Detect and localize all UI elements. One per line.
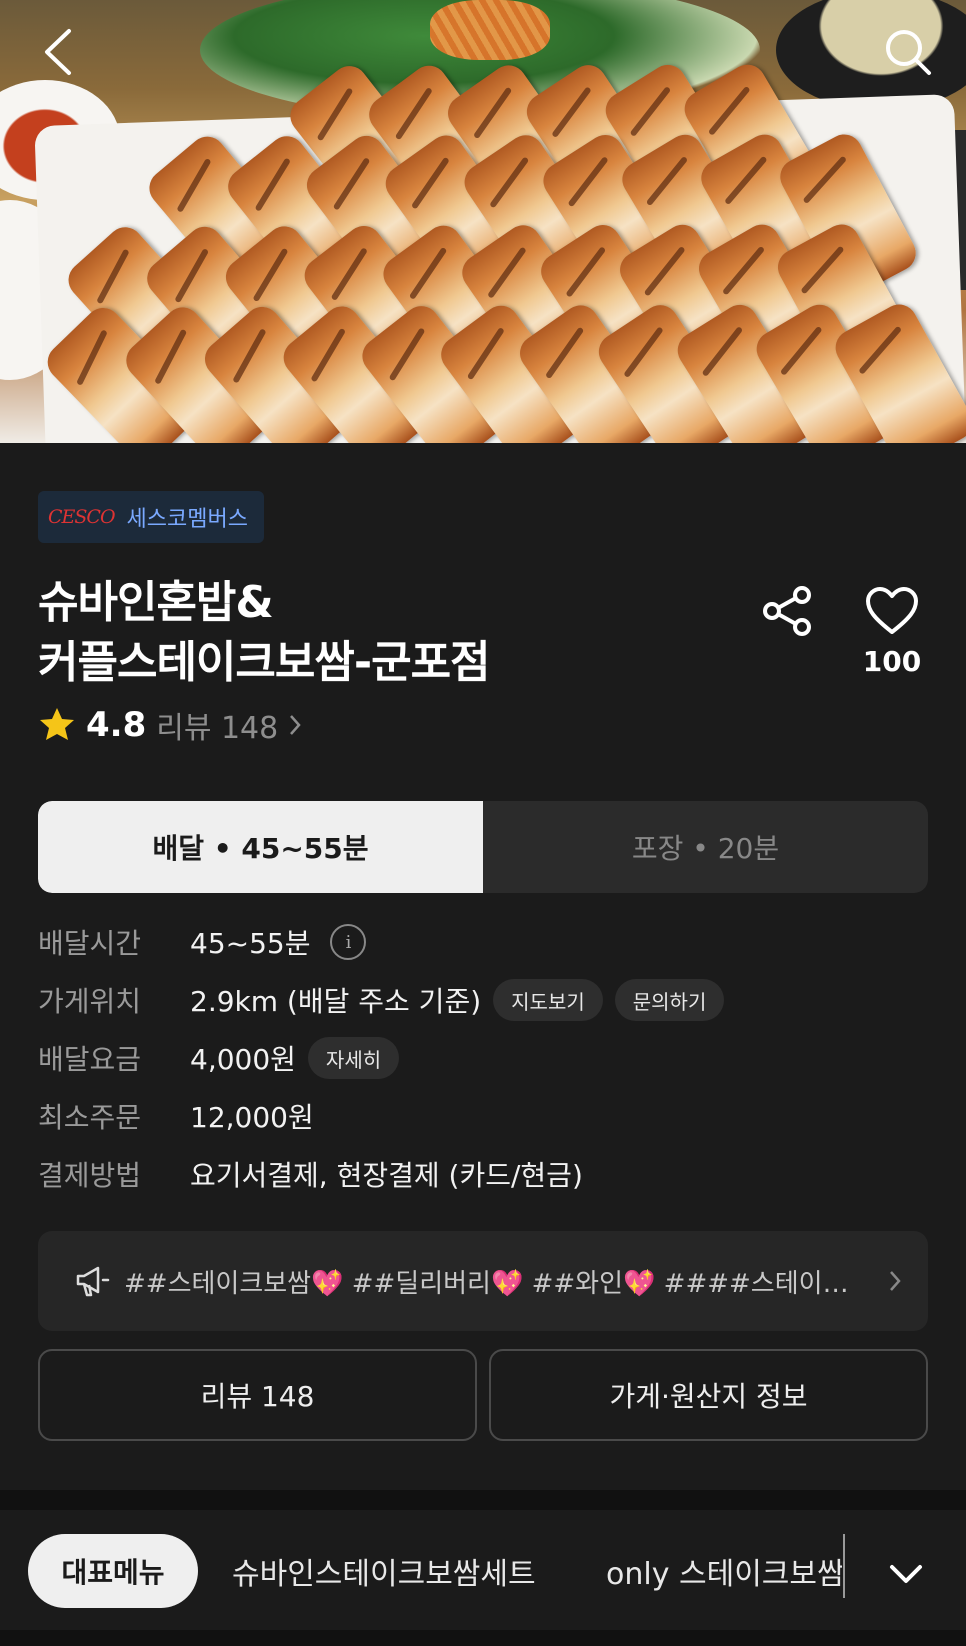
store-notice-banner[interactable]: ##스테이크보쌈💖 ##딜리버리💖 ##와인💖 ####스테이… xyxy=(38,1231,928,1331)
delivery-fee-label: 배달요금 xyxy=(38,1043,142,1076)
reviews-button[interactable]: 리뷰 148 xyxy=(38,1349,477,1441)
inquiry-button[interactable]: 문의하기 xyxy=(614,979,725,1021)
bottom-edge xyxy=(0,1630,966,1646)
payment-row: 결제방법 요기서결제, 현장결제 (카드/현금) xyxy=(38,1145,928,1203)
location-label: 가게위치 xyxy=(38,985,142,1018)
expand-categories-button[interactable] xyxy=(876,1544,936,1604)
map-view-button[interactable]: 지도보기 xyxy=(493,979,603,1021)
cesco-logo: CESCO xyxy=(48,506,116,528)
review-link[interactable]: 리뷰 148 xyxy=(156,703,302,747)
store-info-section: CESCO 세스코멤버스 슈바인혼밥& 커플스테이크보쌈-군포점 100 4.8… xyxy=(0,443,966,1490)
tab-schwein-steak-bossam-set[interactable]: 슈바인스테이크보쌈세트 xyxy=(232,1534,536,1608)
delivery-time-row: 배달시간 45~55분 i xyxy=(38,913,928,971)
share-icon xyxy=(763,586,811,636)
order-type-toggle: 배달 • 45~55분 포장 • 20분 xyxy=(38,801,928,893)
store-name-line1: 슈바인혼밥& xyxy=(38,577,274,628)
section-divider xyxy=(0,1490,966,1510)
search-button[interactable] xyxy=(878,22,938,82)
payment-value: 요기서결제, 현장결제 (카드/현금) xyxy=(190,1159,583,1192)
megaphone-icon xyxy=(76,1266,110,1297)
membership-badge: CESCO 세스코멤버스 xyxy=(38,491,264,543)
store-name-line2: 커플스테이크보쌈-군포점 xyxy=(38,637,491,688)
chevron-right-icon xyxy=(290,715,301,735)
min-order-label: 최소주문 xyxy=(38,1101,142,1134)
favorite-button[interactable] xyxy=(856,579,928,643)
tab-separator xyxy=(843,1534,845,1598)
chevron-right-icon xyxy=(890,1271,901,1291)
menu-category-bar: 대표메뉴 슈바인스테이크보쌈세트 only 스테이크보쌈 xyxy=(0,1510,966,1630)
fee-detail-button[interactable]: 자세히 xyxy=(307,1037,400,1079)
delivery-fee-value: 4,000원 xyxy=(190,1043,296,1076)
favorite-count: 100 xyxy=(862,645,922,678)
tab-delivery[interactable]: 배달 • 45~55분 xyxy=(38,801,483,893)
location-value: 2.9km (배달 주소 기준) xyxy=(190,985,482,1018)
store-origin-info-button[interactable]: 가게·원산지 정보 xyxy=(489,1349,928,1441)
min-order-row: 최소주문 12,000원 xyxy=(38,1087,928,1145)
location-row: 가게위치 2.9km (배달 주소 기준) 지도보기 문의하기 xyxy=(38,971,928,1029)
payment-label: 결제방법 xyxy=(38,1159,142,1192)
min-order-value: 12,000원 xyxy=(190,1101,314,1134)
info-button-row: 리뷰 148 가게·원산지 정보 xyxy=(38,1349,928,1441)
info-icon[interactable]: i xyxy=(330,924,367,960)
rating-value: 4.8 xyxy=(86,705,147,745)
store-hero-image xyxy=(0,0,966,443)
review-link-label: 리뷰 148 xyxy=(156,711,279,746)
heart-icon xyxy=(866,587,918,634)
tab-pickup[interactable]: 포장 • 20분 xyxy=(483,801,928,893)
delivery-time-label: 배달시간 xyxy=(38,927,142,960)
membership-badge-label: 세스코멤버스 xyxy=(126,507,248,532)
tab-only-steak-bossam[interactable]: only 스테이크보쌈 xyxy=(606,1534,842,1608)
store-details: 배달시간 45~55분 i 가게위치 2.9km (배달 주소 기준) 지도보기… xyxy=(38,913,928,1203)
back-button[interactable] xyxy=(28,22,88,82)
share-button[interactable] xyxy=(756,579,820,643)
notice-text: ##스테이크보쌈💖 ##딜리버리💖 ##와인💖 ####스테이… xyxy=(124,1268,849,1299)
search-icon xyxy=(886,30,931,75)
back-arrow-icon xyxy=(45,29,71,75)
delivery-fee-row: 배달요금 4,000원 자세히 xyxy=(38,1029,928,1087)
delivery-time-value: 45~55분 xyxy=(190,927,311,960)
store-name: 슈바인혼밥& 커플스테이크보쌈-군포점 xyxy=(38,573,738,693)
tab-featured-menu[interactable]: 대표메뉴 xyxy=(28,1534,198,1608)
chevron-down-icon xyxy=(890,1565,922,1583)
star-icon xyxy=(40,708,74,740)
rating-row: 4.8 리뷰 148 xyxy=(38,703,302,747)
